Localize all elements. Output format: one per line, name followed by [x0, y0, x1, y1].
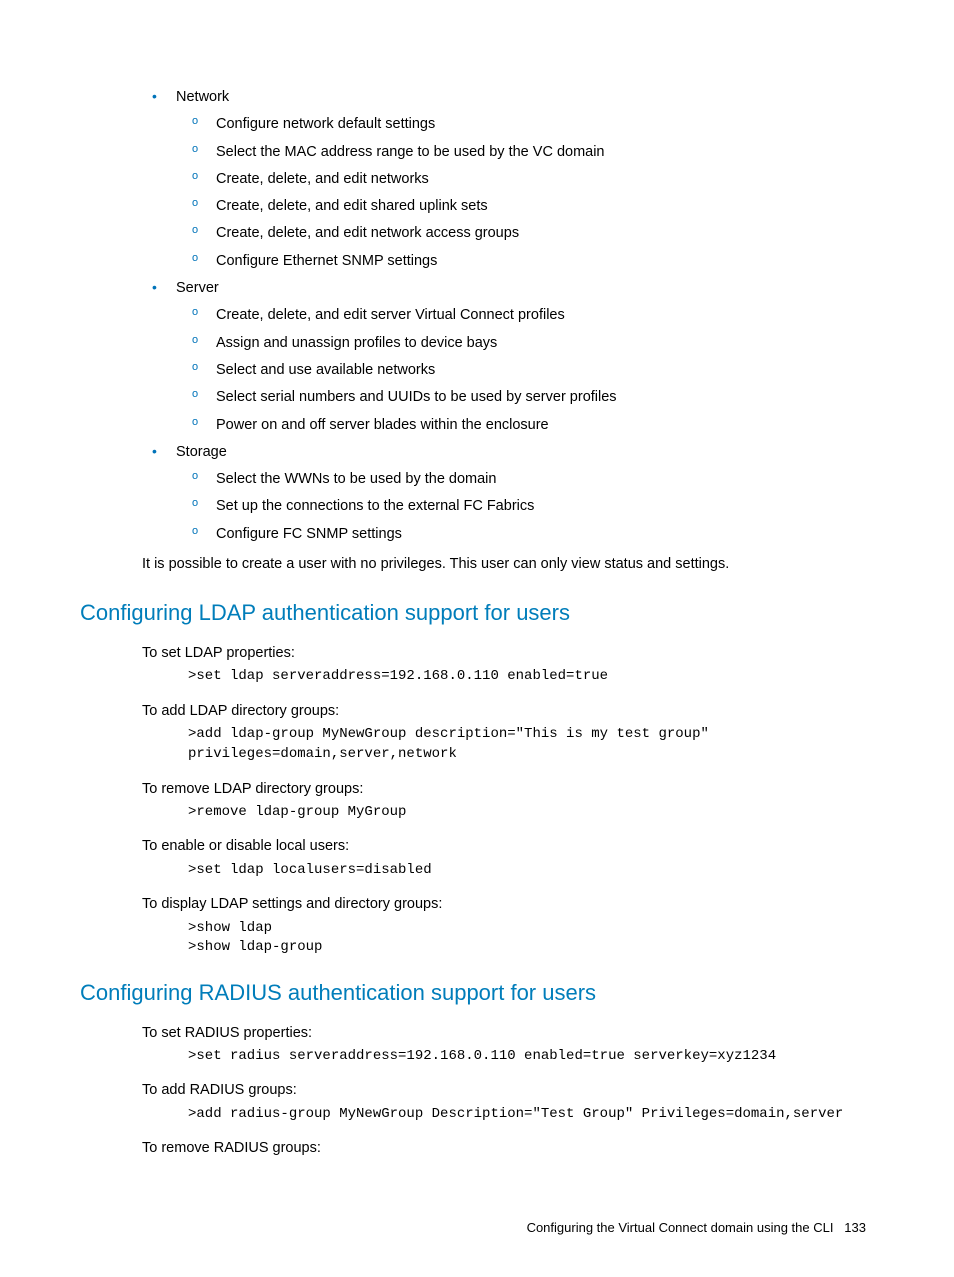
list-item: oConfigure Ethernet SNMP settings [80, 251, 874, 271]
list-item-text: Create, delete, and edit shared uplink s… [216, 196, 874, 216]
list-item-text: Server [176, 278, 874, 298]
code-block: >show ldap >show ldap-group [188, 919, 874, 958]
list-item: oAssign and unassign profiles to device … [80, 333, 874, 353]
bullet-circle-icon: o [192, 169, 216, 184]
list-item: • Server [80, 278, 874, 298]
bullet-circle-icon: o [192, 469, 216, 484]
page-number: 133 [844, 1220, 866, 1235]
bullet-dot-icon: • [152, 442, 176, 462]
list-item-text: Create, delete, and edit network access … [216, 223, 874, 243]
list-item: oCreate, delete, and edit networks [80, 169, 874, 189]
bullet-circle-icon: o [192, 251, 216, 266]
code-block: >add radius-group MyNewGroup Description… [188, 1105, 874, 1125]
list-item: oSelect the MAC address range to be used… [80, 142, 874, 162]
page-footer: Configuring the Virtual Connect domain u… [80, 1219, 874, 1237]
paragraph: It is possible to create a user with no … [142, 554, 874, 574]
instruction-label: To set RADIUS properties: [142, 1023, 874, 1043]
code-block: >set radius serveraddress=192.168.0.110 … [188, 1047, 874, 1067]
bullet-circle-icon: o [192, 196, 216, 211]
bullet-circle-icon: o [192, 496, 216, 511]
list-item: oCreate, delete, and edit shared uplink … [80, 196, 874, 216]
list-item: oPower on and off server blades within t… [80, 415, 874, 435]
code-block: >set ldap serveraddress=192.168.0.110 en… [188, 667, 874, 687]
instruction-label: To add LDAP directory groups: [142, 701, 874, 721]
instruction-label: To add RADIUS groups: [142, 1080, 874, 1100]
list-item: oConfigure FC SNMP settings [80, 524, 874, 544]
list-item: oConfigure network default settings [80, 114, 874, 134]
list-item: oCreate, delete, and edit network access… [80, 223, 874, 243]
heading-radius: Configuring RADIUS authentication suppor… [80, 978, 874, 1009]
list-item-text: Select serial numbers and UUIDs to be us… [216, 387, 874, 407]
list-item-text: Configure Ethernet SNMP settings [216, 251, 874, 271]
list-item: oSelect serial numbers and UUIDs to be u… [80, 387, 874, 407]
list-item-text: Power on and off server blades within th… [216, 415, 874, 435]
list-item-text: Select the MAC address range to be used … [216, 142, 874, 162]
bullet-circle-icon: o [192, 360, 216, 375]
bullet-circle-icon: o [192, 114, 216, 129]
list-item-text: Select and use available networks [216, 360, 874, 380]
list-item: • Storage [80, 442, 874, 462]
bullet-circle-icon: o [192, 415, 216, 430]
instruction-label: To display LDAP settings and directory g… [142, 894, 874, 914]
bullet-circle-icon: o [192, 142, 216, 157]
list-item: oSelect the WWNs to be used by the domai… [80, 469, 874, 489]
list-item: oCreate, delete, and edit server Virtual… [80, 305, 874, 325]
instruction-label: To set LDAP properties: [142, 643, 874, 663]
instruction-label: To remove LDAP directory groups: [142, 779, 874, 799]
list-item-text: Select the WWNs to be used by the domain [216, 469, 874, 489]
list-item-text: Set up the connections to the external F… [216, 496, 874, 516]
list-item: • Network [80, 87, 874, 107]
list-item: oSelect and use available networks [80, 360, 874, 380]
instruction-label: To remove RADIUS groups: [142, 1138, 874, 1158]
code-block: >remove ldap-group MyGroup [188, 803, 874, 823]
list-item-text: Configure FC SNMP settings [216, 524, 874, 544]
list-item-text: Storage [176, 442, 874, 462]
list-item: oSet up the connections to the external … [80, 496, 874, 516]
list-item-text: Assign and unassign profiles to device b… [216, 333, 874, 353]
code-block: >add ldap-group MyNewGroup description="… [188, 725, 874, 764]
bullet-dot-icon: • [152, 278, 176, 298]
bullet-circle-icon: o [192, 305, 216, 320]
list-item-text: Configure network default settings [216, 114, 874, 134]
heading-ldap: Configuring LDAP authentication support … [80, 598, 874, 629]
list-item-text: Create, delete, and edit networks [216, 169, 874, 189]
list-item-text: Network [176, 87, 874, 107]
bullet-circle-icon: o [192, 524, 216, 539]
bullet-circle-icon: o [192, 333, 216, 348]
list-item-text: Create, delete, and edit server Virtual … [216, 305, 874, 325]
instruction-label: To enable or disable local users: [142, 836, 874, 856]
footer-text: Configuring the Virtual Connect domain u… [527, 1220, 834, 1235]
code-block: >set ldap localusers=disabled [188, 861, 874, 881]
bullet-circle-icon: o [192, 387, 216, 402]
bullet-circle-icon: o [192, 223, 216, 238]
bullet-dot-icon: • [152, 87, 176, 107]
